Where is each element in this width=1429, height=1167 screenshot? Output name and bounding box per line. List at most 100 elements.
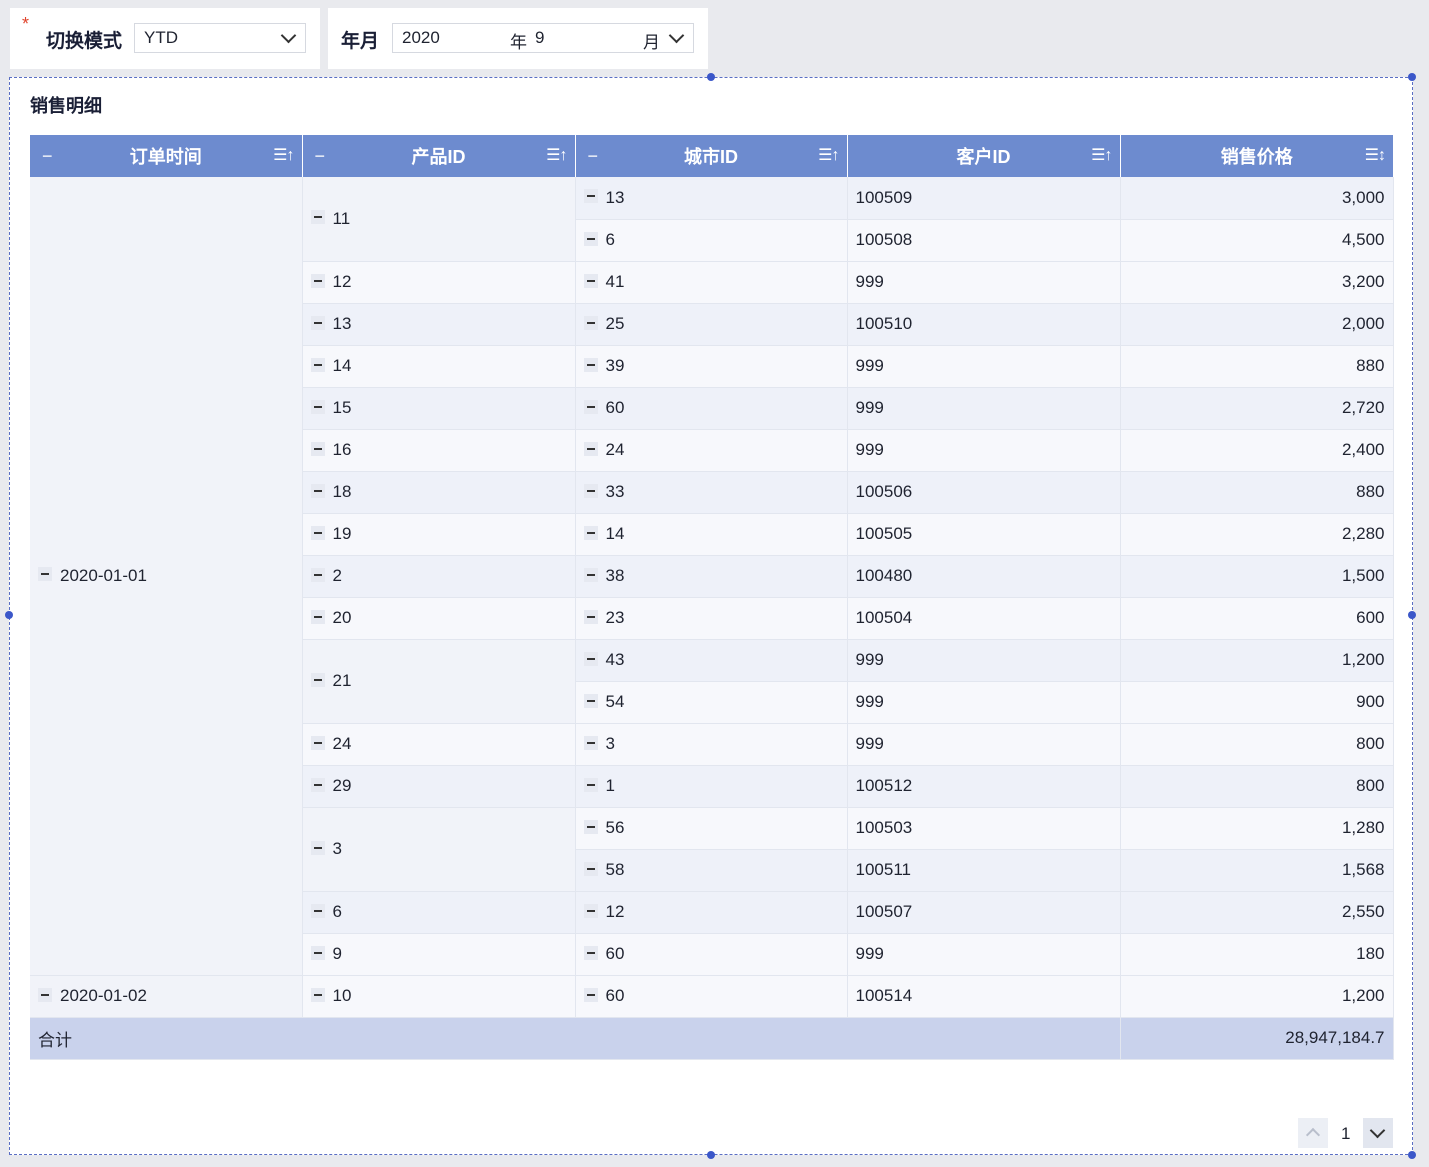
sort-icon[interactable]: ☰↑ <box>1091 145 1112 165</box>
sort-icon[interactable]: ☰↕ <box>1365 145 1386 165</box>
resize-handle-left[interactable] <box>5 611 13 619</box>
collapse-icon[interactable] <box>310 441 325 456</box>
order-date-cell: 2020-01-01 <box>30 177 303 976</box>
resize-handle-top[interactable] <box>707 73 715 81</box>
collapse-icon[interactable] <box>583 399 598 414</box>
previous-page-button[interactable] <box>1298 1118 1328 1148</box>
sort-icon[interactable]: ☰↑ <box>818 145 839 165</box>
collapse-icon[interactable] <box>583 819 598 834</box>
collapse-icon[interactable] <box>583 609 598 624</box>
sales-price-cell: 4,500 <box>1120 219 1394 262</box>
collapse-icon[interactable] <box>583 735 598 750</box>
city-id: 23 <box>605 608 625 627</box>
collapse-icon[interactable] <box>583 567 598 582</box>
sort-icon[interactable]: ☰↑ <box>546 145 567 165</box>
table-row: 2020-01-02 10 60 100514 1,200 <box>30 975 1394 1018</box>
sales-price-cell: 3,200 <box>1120 261 1394 304</box>
collapse-icon[interactable] <box>310 735 325 750</box>
collapse-icon[interactable] <box>583 273 598 288</box>
customer-id-cell: 999 <box>847 429 1121 472</box>
year-unit: 年 <box>510 33 527 52</box>
sales-detail-widget[interactable]: 销售明细 − 订单时间 ☰↑ − 产品ID ☰↑ − 城市ID ☰↑ 客户ID … <box>5 73 1416 1159</box>
product-id: 3 <box>332 839 342 858</box>
customer-id-cell: 100505 <box>847 513 1121 556</box>
collapse-icon[interactable] <box>38 567 52 582</box>
city-id-cell: 13 <box>575 177 848 220</box>
year-month-label: 年月 <box>341 31 380 52</box>
collapse-icon[interactable] <box>310 357 325 372</box>
city-id-cell: 23 <box>575 597 848 640</box>
product-id: 20 <box>332 608 352 627</box>
collapse-icon[interactable] <box>583 525 598 540</box>
collapse-icon[interactable] <box>310 525 325 540</box>
collapse-icon[interactable] <box>583 945 598 960</box>
collapse-icon[interactable]: − <box>315 146 326 167</box>
order-date: 2020-01-01 <box>60 565 147 585</box>
collapse-icon[interactable] <box>583 315 598 330</box>
collapse-icon[interactable] <box>583 777 598 792</box>
collapse-icon[interactable] <box>583 231 598 246</box>
collapse-icon[interactable] <box>310 315 325 330</box>
month-value: 9 <box>535 28 545 47</box>
product-id-cell: 13 <box>302 303 576 346</box>
collapse-icon[interactable] <box>310 840 325 855</box>
collapse-icon[interactable] <box>583 987 598 1002</box>
collapse-icon[interactable] <box>310 399 325 414</box>
collapse-icon[interactable]: − <box>588 146 599 167</box>
next-page-button[interactable] <box>1363 1118 1393 1148</box>
collapse-icon[interactable] <box>583 189 598 204</box>
collapse-icon[interactable] <box>310 567 325 582</box>
city-id: 41 <box>605 272 625 291</box>
customer-id-cell: 100510 <box>847 303 1121 346</box>
collapse-icon[interactable] <box>583 693 598 708</box>
product-id-cell: 9 <box>302 933 576 976</box>
collapse-icon[interactable] <box>310 672 325 687</box>
collapse-icon[interactable] <box>583 651 598 666</box>
collapse-icon[interactable] <box>310 945 325 960</box>
product-id: 13 <box>332 314 352 333</box>
collapse-icon[interactable] <box>583 483 598 498</box>
city-id-cell: 60 <box>575 387 848 430</box>
collapse-icon[interactable] <box>310 210 325 225</box>
product-id: 12 <box>332 272 352 291</box>
collapse-icon[interactable] <box>310 273 325 288</box>
collapse-icon[interactable]: − <box>42 146 53 167</box>
collapse-icon[interactable] <box>310 987 325 1002</box>
product-id-cell: 3 <box>302 807 576 892</box>
sales-price-cell: 2,400 <box>1120 429 1394 472</box>
resize-handle-top-right[interactable] <box>1408 73 1416 81</box>
customer-id-cell: 100480 <box>847 555 1121 598</box>
collapse-icon[interactable] <box>310 903 325 918</box>
mode-select[interactable]: YTD <box>134 23 306 53</box>
collapse-icon[interactable] <box>38 987 52 1002</box>
sales-price-cell: 2,280 <box>1120 513 1394 556</box>
current-page-number: 1 <box>1341 1124 1351 1143</box>
city-id-cell: 24 <box>575 429 848 472</box>
product-id: 6 <box>332 902 342 921</box>
resize-handle-bottom-right[interactable] <box>1408 1151 1416 1159</box>
collapse-icon[interactable] <box>583 441 598 456</box>
product-id-cell: 24 <box>302 723 576 766</box>
customer-id-cell: 999 <box>847 639 1121 682</box>
resize-handle-bottom[interactable] <box>707 1151 715 1159</box>
collapse-icon[interactable] <box>310 609 325 624</box>
sort-icon[interactable]: ☰↑ <box>273 145 294 165</box>
total-value: 28,947,184.7 <box>1120 1017 1394 1060</box>
resize-handle-right[interactable] <box>1408 611 1416 619</box>
column-header-sales-price: 销售价格 ☰↕ <box>1120 135 1393 177</box>
customer-id-cell: 100514 <box>847 975 1121 1018</box>
collapse-icon[interactable] <box>310 777 325 792</box>
customer-id-cell: 100508 <box>847 219 1121 262</box>
city-id-cell: 39 <box>575 345 848 388</box>
city-id: 6 <box>605 230 615 249</box>
column-header-customer-id: 客户ID ☰↑ <box>847 135 1121 177</box>
collapse-icon[interactable] <box>310 483 325 498</box>
year-month-picker[interactable]: 2020 年 9 月 <box>392 23 694 53</box>
collapse-icon[interactable] <box>583 357 598 372</box>
order-date-cell: 2020-01-02 <box>30 975 303 1018</box>
sales-price-cell: 800 <box>1120 765 1394 808</box>
collapse-icon[interactable] <box>583 903 598 918</box>
city-id: 60 <box>605 398 625 417</box>
collapse-icon[interactable] <box>583 861 598 876</box>
sales-price-cell: 880 <box>1120 345 1394 388</box>
